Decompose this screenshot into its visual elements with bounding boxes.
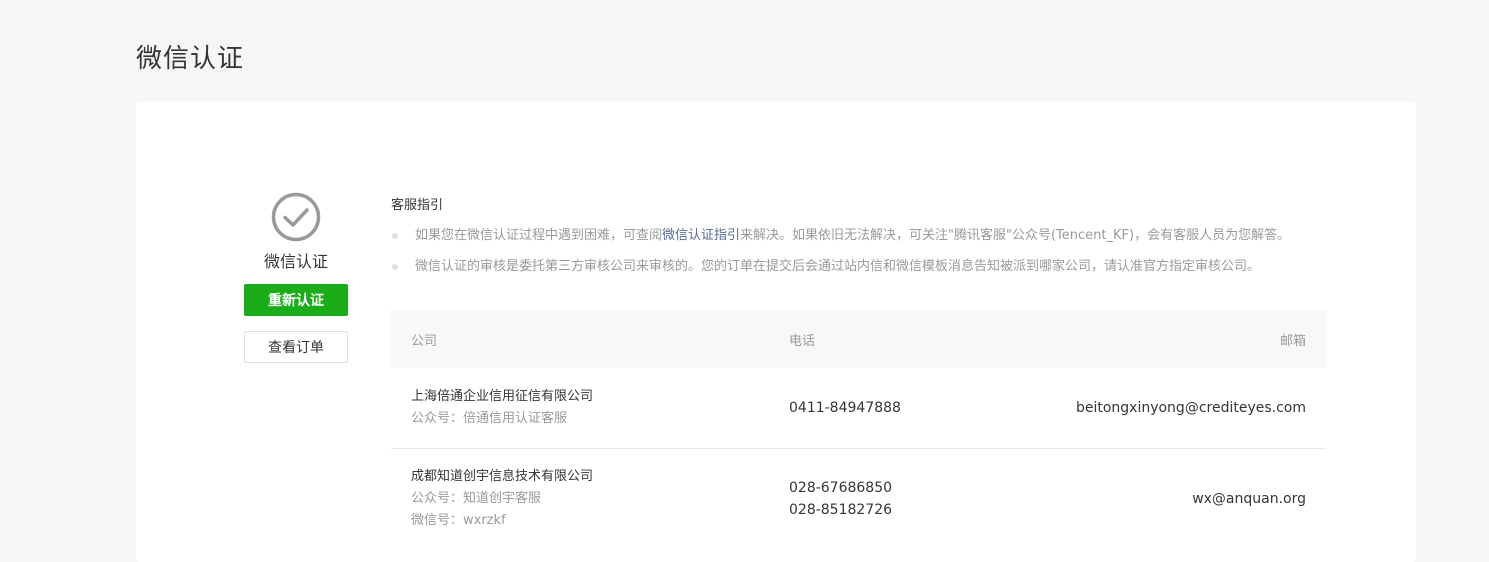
guide-list: 如果您在微信认证过程中遇到困难，可查阅微信认证指引来解决。如果依旧无法解决，可关… [391, 225, 1326, 277]
status-column: 微信认证 重新认证 查看订单 [244, 192, 348, 363]
phone-cell: 0411-84947888 [789, 397, 1049, 419]
company-cell: 上海倍通企业信用征信有限公司 公众号：倍通信用认证客服 [411, 386, 789, 430]
status-label: 微信认证 [263, 252, 328, 271]
check-circle-icon [271, 192, 321, 242]
guide-item: 微信认证的审核是委托第三方审核公司来审核的。您的订单在提交后会通过站内信和微信模… [391, 256, 1326, 277]
phone-number: 0411-84947888 [789, 400, 901, 416]
guide-item: 如果您在微信认证过程中遇到困难，可查阅微信认证指引来解决。如果依旧无法解决，可关… [391, 225, 1326, 246]
phone-cell: 028-67686850 028-85182726 [789, 477, 1049, 521]
official-account: 公众号：倍通信用认证客服 [411, 411, 568, 426]
guide-title: 客服指引 [391, 198, 444, 213]
bullet-dot [392, 233, 398, 239]
reauth-button[interactable]: 重新认证 [244, 284, 348, 316]
guide-text: 如果您在微信认证过程中遇到困难，可查阅 [415, 228, 663, 243]
official-account: 公众号：知道创宇客服 [411, 491, 542, 506]
guide-text: 微信认证的审核是委托第三方审核公司来审核的。您的订单在提交后会通过站内信和微信模… [415, 259, 1261, 274]
table-header: 公司 电话 邮箱 [391, 310, 1326, 368]
table-row: 成都知道创宇信息技术有限公司 公众号：知道创宇客服 微信号：wxrzkf 028… [391, 449, 1326, 549]
email-cell: beitongxinyong@crediteyes.com [1075, 400, 1306, 416]
company-name: 成都知道创宇信息技术有限公司 [411, 469, 594, 484]
guide-text: 来解决。如果依旧无法解决，可关注"腾讯客服"公众号(Tencent_KF)，会有… [740, 228, 1291, 243]
phone-number: 028-67686850 [789, 480, 893, 496]
company-cell: 成都知道创宇信息技术有限公司 公众号：知道创宇客服 微信号：wxrzkf [411, 466, 789, 532]
wechat-id: 微信号：wxrzkf [411, 513, 506, 528]
certification-guide-link[interactable]: 微信认证指引 [662, 228, 740, 243]
column-header-company: 公司 [411, 333, 438, 349]
table-row: 上海倍通企业信用征信有限公司 公众号：倍通信用认证客服 0411-8494788… [391, 368, 1326, 449]
customer-service-guide: 客服指引 如果您在微信认证过程中遇到困难，可查阅微信认证指引来解决。如果依旧无法… [391, 194, 1326, 287]
bullet-dot [392, 264, 398, 270]
company-name: 上海倍通企业信用征信有限公司 [411, 389, 594, 404]
phone-number: 028-85182726 [789, 502, 893, 518]
email-cell: wx@anquan.org [1192, 491, 1306, 507]
certification-card: 微信认证 重新认证 查看订单 客服指引 如果您在微信认证过程中遇到困难，可查阅微… [136, 102, 1416, 562]
column-header-phone: 电话 [789, 333, 816, 349]
view-order-button[interactable]: 查看订单 [244, 331, 348, 363]
column-header-email: 邮箱 [1279, 333, 1306, 349]
audit-company-table: 公司 电话 邮箱 上海倍通企业信用征信有限公司 公众号：倍通信用认证客服 041… [391, 310, 1326, 549]
page-title: 微信认证 [136, 44, 245, 74]
